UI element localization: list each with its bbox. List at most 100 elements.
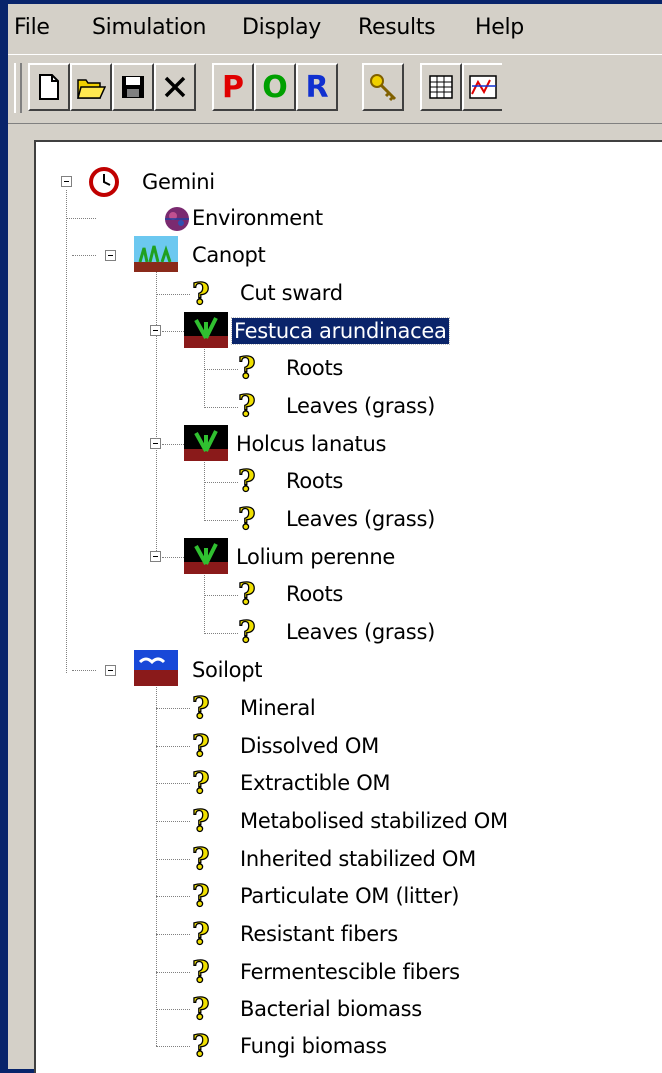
tree-node-soil-item[interactable]: Extractible OM — [238, 770, 392, 796]
svg-text:?: ? — [238, 502, 256, 535]
tree-node-lolium[interactable]: Lolium perenne — [234, 544, 397, 570]
svg-text:?: ? — [192, 804, 210, 837]
question-icon: ? — [191, 841, 210, 875]
svg-text:?: ? — [238, 389, 256, 422]
branch-line — [156, 708, 190, 709]
o-button[interactable]: O — [254, 63, 296, 111]
tree-node-gemini[interactable]: Gemini — [140, 169, 217, 195]
tree-node-roots[interactable]: Roots — [284, 581, 345, 607]
tree-node-roots[interactable]: Roots — [284, 468, 345, 494]
tree-node-environment[interactable]: Environment — [190, 205, 325, 231]
toolbar-grip[interactable] — [14, 63, 22, 113]
collapse-icon[interactable] — [105, 665, 116, 676]
new-button[interactable] — [28, 63, 70, 111]
question-icon: ? — [237, 463, 256, 497]
branch-line — [204, 520, 238, 521]
plant-icon — [184, 538, 228, 574]
graph-button[interactable] — [462, 63, 502, 111]
tree-node-soil-item[interactable]: Fermentescible fibers — [238, 959, 462, 985]
table-button[interactable] — [420, 63, 462, 111]
save-button[interactable] — [112, 63, 154, 111]
svg-text:?: ? — [192, 277, 210, 310]
root-branch-line — [66, 190, 67, 673]
open-button[interactable] — [70, 63, 112, 111]
table-icon — [429, 75, 453, 99]
svg-text:?: ? — [192, 729, 210, 762]
tree-node-holcus[interactable]: Holcus lanatus — [234, 431, 388, 457]
p-label: P — [222, 69, 244, 105]
tree-node-festuca[interactable]: Festuca arundinacea — [231, 317, 450, 345]
menu-help[interactable]: Help — [475, 15, 524, 40]
svg-text:?: ? — [192, 1029, 210, 1062]
close-button[interactable] — [154, 63, 196, 111]
tree-node-soilopt[interactable]: Soilopt — [190, 657, 264, 683]
tree-node-leaves[interactable]: Leaves (grass) — [284, 506, 437, 532]
clock-icon — [89, 167, 119, 197]
tree-node-leaves[interactable]: Leaves (grass) — [284, 619, 437, 645]
tree-view[interactable]: Gemini Environment Canopt ? Cut sward Fe… — [34, 140, 662, 1073]
branch-line — [204, 482, 238, 483]
question-icon: ? — [237, 388, 256, 422]
branch-line — [204, 595, 238, 596]
tree-node-cut-sward[interactable]: Cut sward — [238, 280, 345, 306]
branch-line — [204, 633, 238, 634]
collapse-icon[interactable] — [150, 438, 161, 449]
o-label: O — [262, 69, 288, 105]
tree-node-canopt[interactable]: Canopt — [190, 242, 267, 268]
menu-simulation[interactable]: Simulation — [92, 15, 206, 40]
branch-line — [72, 670, 96, 671]
save-disk-icon — [122, 76, 144, 98]
svg-text:?: ? — [192, 992, 210, 1025]
branch-line — [66, 218, 96, 219]
menu-results[interactable]: Results — [358, 15, 436, 40]
lolium-branch-line — [204, 570, 205, 634]
toolbar: P O R — [8, 54, 662, 124]
holcus-branch-line — [204, 457, 205, 521]
collapse-icon[interactable] — [61, 176, 72, 187]
tree-node-leaves[interactable]: Leaves (grass) — [284, 393, 437, 419]
collapse-icon[interactable] — [105, 250, 116, 261]
menu-file[interactable]: File — [14, 15, 50, 40]
tree-node-soil-item[interactable]: Inherited stabilized OM — [238, 846, 478, 872]
canopt-branch-line — [156, 270, 157, 557]
tree-node-soil-item[interactable]: Bacterial biomass — [238, 996, 424, 1022]
r-label: R — [305, 69, 329, 105]
svg-text:?: ? — [238, 351, 256, 384]
question-icon: ? — [191, 878, 210, 912]
tree-node-soil-item[interactable]: Resistant fibers — [238, 921, 400, 947]
tree-node-soil-item[interactable]: Particulate OM (litter) — [238, 883, 461, 909]
tree-node-soil-item[interactable]: Mineral — [238, 695, 317, 721]
r-button[interactable]: R — [296, 63, 338, 111]
svg-text:?: ? — [238, 615, 256, 648]
branch-line — [156, 294, 190, 295]
branch-line — [156, 821, 190, 822]
svg-text:?: ? — [238, 464, 256, 497]
tree-node-soil-item[interactable]: Fungi biomass — [238, 1033, 389, 1059]
branch-line — [156, 1009, 190, 1010]
festuca-branch-line — [204, 344, 205, 408]
branch-line — [156, 1046, 190, 1047]
collapse-icon[interactable] — [150, 325, 161, 336]
question-icon: ? — [191, 916, 210, 950]
key-button[interactable] — [362, 63, 404, 111]
branch-line — [156, 746, 190, 747]
svg-text:?: ? — [238, 577, 256, 610]
branch-line — [156, 859, 190, 860]
branch-line — [156, 783, 190, 784]
tree-node-roots[interactable]: Roots — [284, 355, 345, 381]
question-icon: ? — [191, 954, 210, 988]
question-icon: ? — [191, 991, 210, 1025]
menu-display[interactable]: Display — [242, 15, 321, 40]
svg-text:?: ? — [192, 917, 210, 950]
branch-line — [204, 369, 238, 370]
collapse-icon[interactable] — [150, 551, 161, 562]
p-button[interactable]: P — [212, 63, 254, 111]
graph-icon — [469, 75, 497, 99]
canopy-icon — [134, 236, 178, 272]
question-icon: ? — [191, 765, 210, 799]
tree-node-soil-item[interactable]: Metabolised stabilized OM — [238, 808, 510, 834]
application-window: File Simulation Display Results Help P O… — [8, 4, 662, 1073]
soilopt-branch-line — [156, 684, 157, 1046]
tree-node-soil-item[interactable]: Dissolved OM — [238, 733, 381, 759]
question-icon: ? — [191, 1028, 210, 1062]
